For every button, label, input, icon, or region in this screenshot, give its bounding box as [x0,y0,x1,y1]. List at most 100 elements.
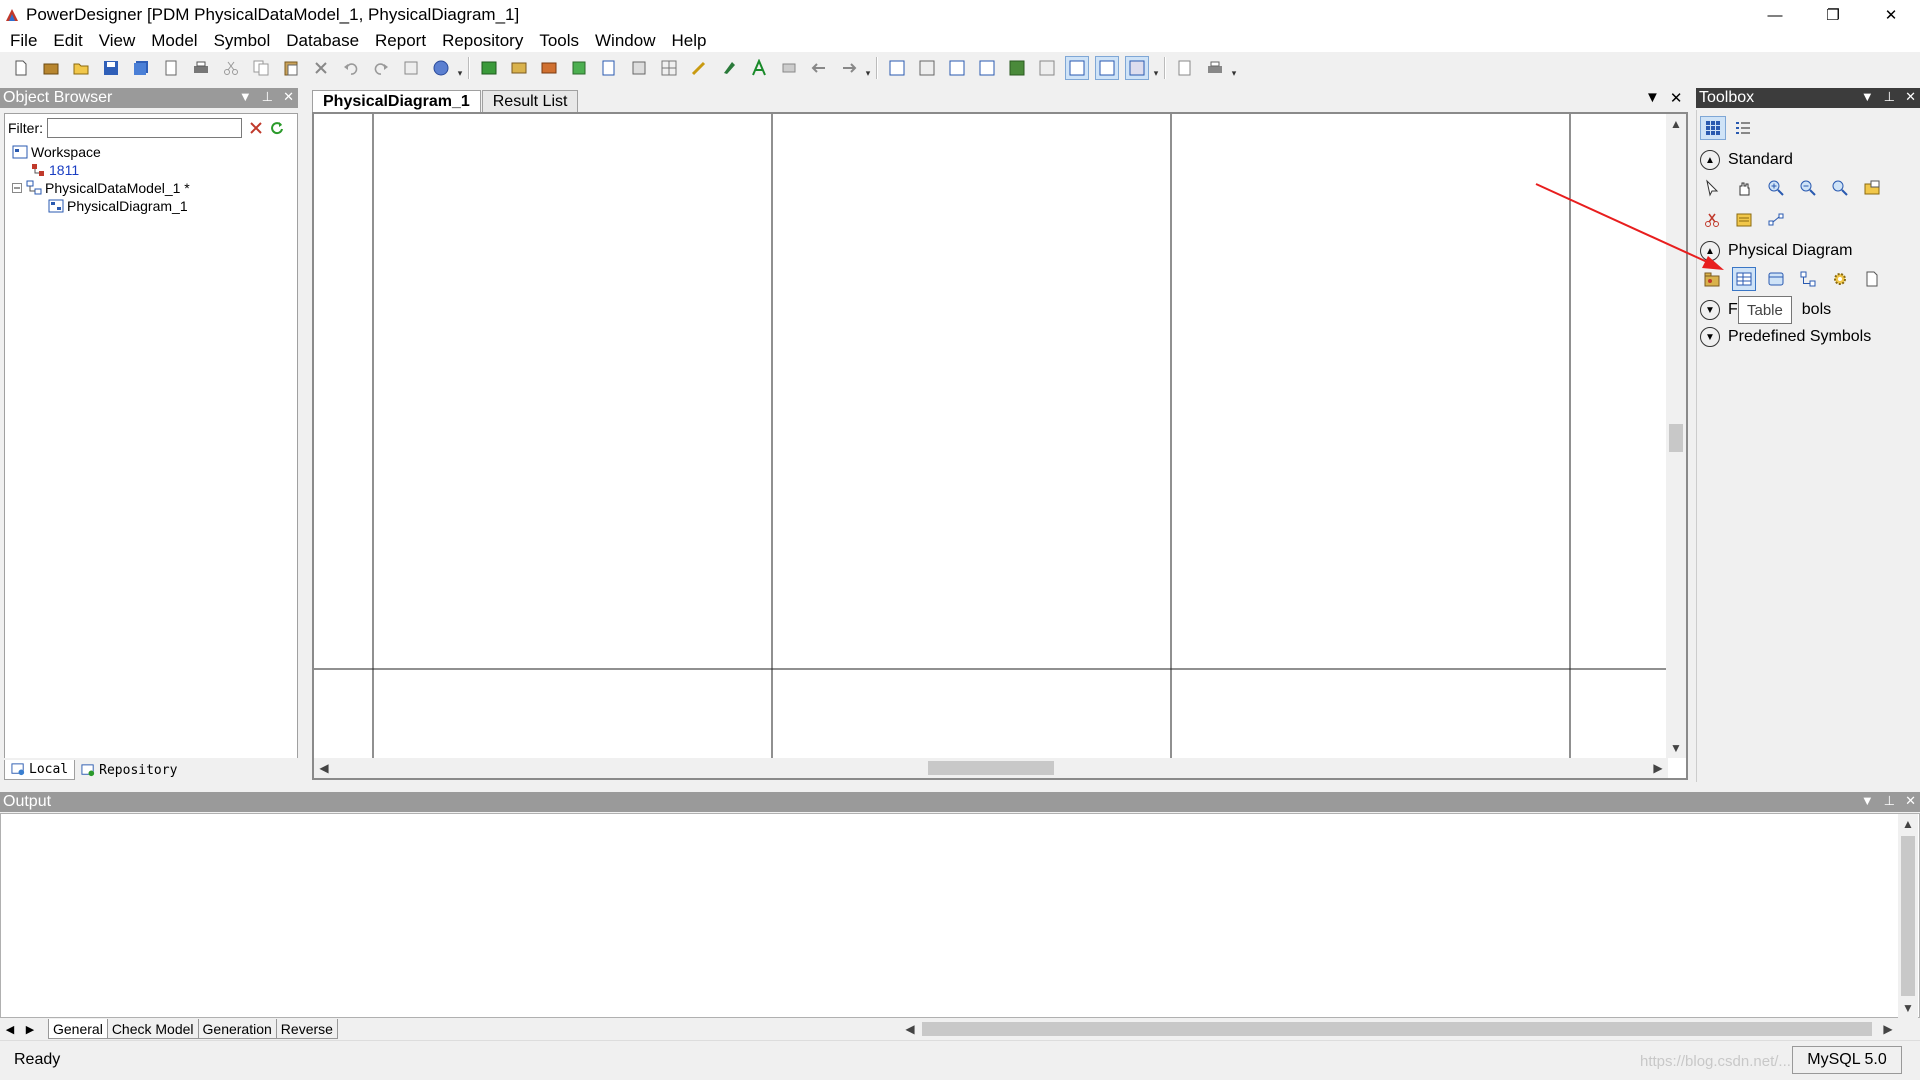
back-button[interactable] [807,56,831,80]
new-button[interactable] [9,56,33,80]
tab-general[interactable]: General [48,1019,108,1039]
layout-4-button[interactable] [975,56,999,80]
panel-menu-icon[interactable]: ▼ [1861,89,1874,105]
properties-button[interactable] [399,56,423,80]
restore-button[interactable]: ❐ [1804,0,1862,30]
menu-report[interactable]: Report [367,31,434,51]
tab-check-model[interactable]: Check Model [106,1019,199,1039]
scroll-right-icon[interactable]: ▶ [1878,1019,1898,1039]
toolbar-overflow-4[interactable]: ▾ [1230,57,1238,79]
link-tool[interactable] [1764,208,1788,232]
print-preview-button[interactable] [159,56,183,80]
close-document-icon[interactable]: ✕ [1670,89,1683,107]
section-free-symbols[interactable]: ▼ F bols [1698,298,1916,322]
merge-model-button[interactable] [537,56,561,80]
pointer-tool[interactable] [1700,176,1724,200]
scroll-down-icon[interactable]: ▼ [1898,998,1918,1018]
print-diagram-button[interactable] [1203,56,1227,80]
delete-tool[interactable] [1700,208,1724,232]
panel-menu-icon[interactable]: ▼ [1861,793,1874,809]
zoom-out-tool[interactable] [1796,176,1820,200]
view-toggle-1-button[interactable] [1065,56,1089,80]
zoom-page-button[interactable] [1173,56,1197,80]
generate-button[interactable] [567,56,591,80]
view-tool[interactable] [1764,267,1788,291]
format-painter-button[interactable] [717,56,741,80]
table-tool[interactable] [1732,267,1756,291]
grid-button[interactable] [657,56,681,80]
menu-edit[interactable]: Edit [45,31,90,51]
scroll-down-icon[interactable]: ▼ [1666,738,1686,758]
tree-item-physical-diagram[interactable]: PhysicalDiagram_1 [48,198,188,214]
close-panel-icon[interactable]: ✕ [1905,793,1916,809]
list-view-button[interactable] [1730,116,1756,140]
menu-symbol[interactable]: Symbol [206,31,279,51]
layout-6-button[interactable] [1035,56,1059,80]
output-vertical-scrollbar[interactable]: ▲ ▼ [1898,814,1918,1018]
tab-scroll-right-icon[interactable]: ▶ [20,1023,40,1036]
save-all-button[interactable] [129,56,153,80]
delete-button[interactable] [309,56,333,80]
tree-item-workspace[interactable]: Workspace [12,144,101,160]
output-hscroll-thumb[interactable] [922,1022,1872,1036]
close-panel-icon[interactable]: ✕ [1905,89,1916,105]
menu-view[interactable]: View [91,31,144,51]
tab-result-list[interactable]: Result List [481,90,579,112]
layout-2-button[interactable] [915,56,939,80]
note-tool[interactable] [1732,208,1756,232]
redo-button[interactable] [369,56,393,80]
horizontal-scroll-thumb[interactable] [928,761,1054,775]
paste-button[interactable] [279,56,303,80]
new-project-button[interactable] [39,56,63,80]
section-standard[interactable]: ▲ Standard [1698,148,1916,172]
refresh-icon[interactable] [269,120,285,136]
tree-item-1811[interactable]: 1811 [30,162,79,178]
toolbar-overflow-2[interactable]: ▾ [864,57,872,79]
diagram-canvas[interactable] [314,114,1668,758]
pin-icon[interactable]: ⊥ [262,89,273,105]
tab-reverse[interactable]: Reverse [275,1019,338,1039]
view-toggle-3-button[interactable] [1125,56,1149,80]
tab-scroll-left-icon[interactable]: ◀ [0,1023,20,1036]
vertical-scrollbar[interactable]: ▲ ▼ [1666,114,1686,758]
output-scroll-thumb[interactable] [1901,836,1915,996]
scroll-up-icon[interactable]: ▲ [1666,114,1686,134]
scroll-up-icon[interactable]: ▲ [1898,814,1918,834]
close-window-button[interactable]: ✕ [1862,0,1920,30]
menu-help[interactable]: Help [663,31,714,51]
menu-database[interactable]: Database [278,31,367,51]
collapse-icon[interactable] [12,183,22,193]
undo-button[interactable] [339,56,363,80]
section-predefined-symbols[interactable]: ▼ Predefined Symbols [1698,325,1916,349]
zoom-in-tool[interactable] [1764,176,1788,200]
view-toggle-2-button[interactable] [1095,56,1119,80]
layout-5-button[interactable] [1005,56,1029,80]
file-tool[interactable] [1860,267,1884,291]
properties-tool[interactable] [1860,176,1884,200]
print-button[interactable] [189,56,213,80]
tab-local[interactable]: Local [4,760,76,780]
menu-window[interactable]: Window [587,31,663,51]
close-panel-icon[interactable]: ✕ [283,89,294,105]
scroll-right-icon[interactable]: ▶ [1648,758,1668,778]
tree-item-physical-data-model[interactable]: PhysicalDataModel_1 * [12,180,190,196]
tab-physical-diagram[interactable]: PhysicalDiagram_1 [312,90,481,112]
document-menu-icon[interactable]: ▼ [1645,89,1660,107]
section-physical-diagram[interactable]: ▲ Physical Diagram [1698,239,1916,263]
browse-button[interactable] [429,56,453,80]
toolbar-overflow-3[interactable]: ▾ [1152,57,1160,79]
menu-tools[interactable]: Tools [531,31,587,51]
scroll-left-icon[interactable]: ◀ [314,758,334,778]
layout-3-button[interactable] [945,56,969,80]
draw-line-button[interactable] [687,56,711,80]
toolbar-overflow[interactable]: ▾ [456,57,464,79]
horizontal-scrollbar[interactable]: ◀ ▶ [314,758,1668,778]
save-button[interactable] [99,56,123,80]
layout-1-button[interactable] [885,56,909,80]
font-button[interactable] [747,56,771,80]
procedure-tool[interactable] [1828,267,1852,291]
align-button[interactable] [777,56,801,80]
forward-button[interactable] [837,56,861,80]
reference-tool[interactable] [1796,267,1820,291]
package-tool[interactable] [1700,267,1724,291]
